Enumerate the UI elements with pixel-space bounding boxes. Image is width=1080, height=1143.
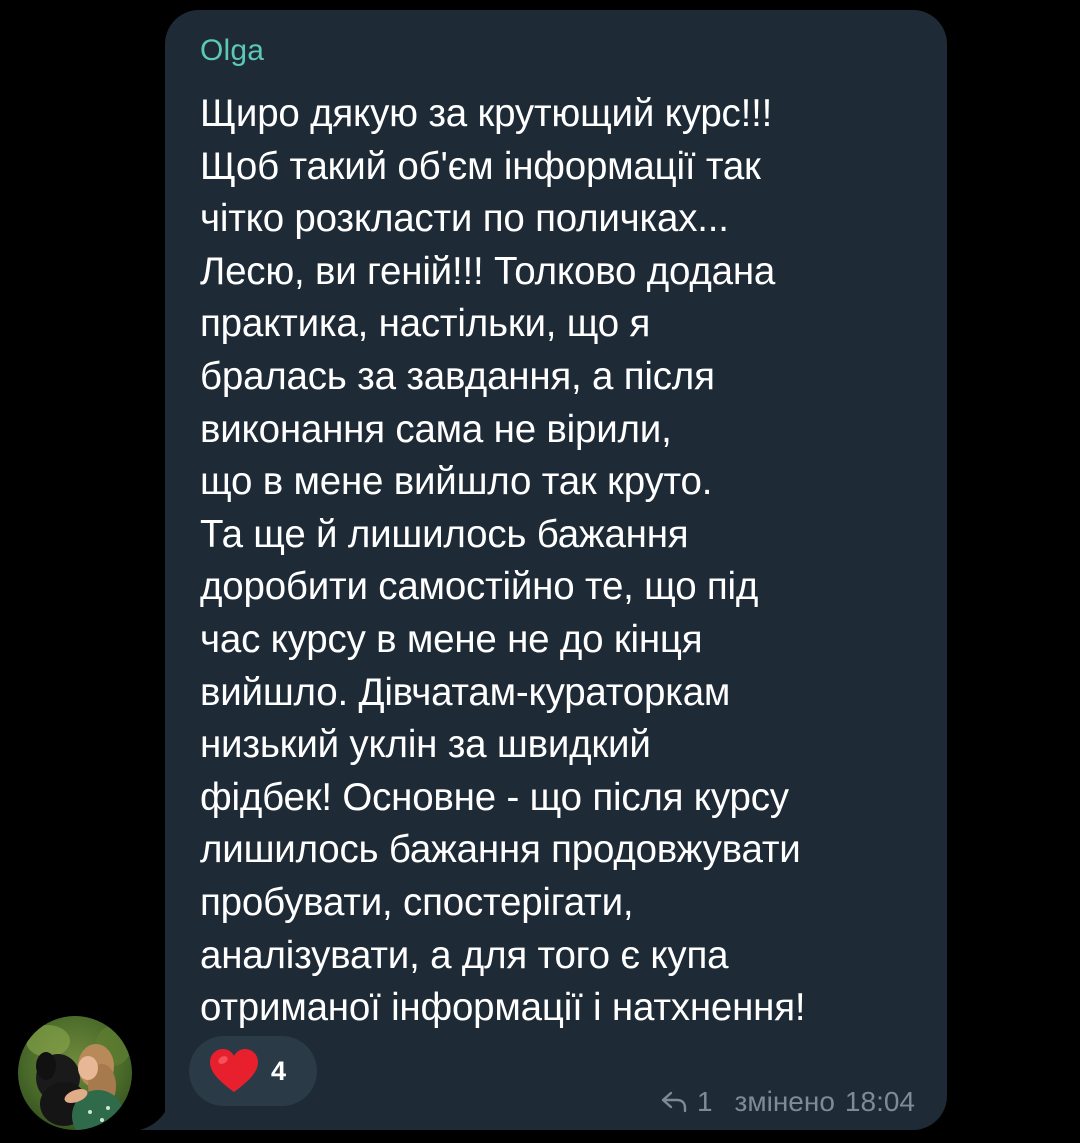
heart-icon [210, 1049, 258, 1092]
reaction-count: 4 [271, 1055, 287, 1086]
reply-count[interactable]: 1 [697, 1086, 713, 1118]
sender-avatar[interactable] [18, 1016, 132, 1130]
message-meta: 1 змінено 18:04 [661, 1086, 915, 1118]
chat-screen: Olga Щиро дякую за крутющий курс!!! Щоб … [0, 0, 1080, 1143]
heart-reaction-button[interactable]: 4 [189, 1036, 317, 1106]
sender-name[interactable]: Olga [200, 34, 264, 68]
edited-label: змінено [734, 1086, 835, 1117]
message-bubble[interactable]: Olga Щиро дякую за крутющий курс!!! Щоб … [165, 10, 947, 1130]
message-text: Щиро дякую за крутющий курс!!! Щоб такий… [200, 92, 806, 1030]
reply-arrow-icon [661, 1091, 687, 1113]
message-time: 18:04 [844, 1086, 915, 1117]
avatar-photo [18, 1016, 132, 1130]
